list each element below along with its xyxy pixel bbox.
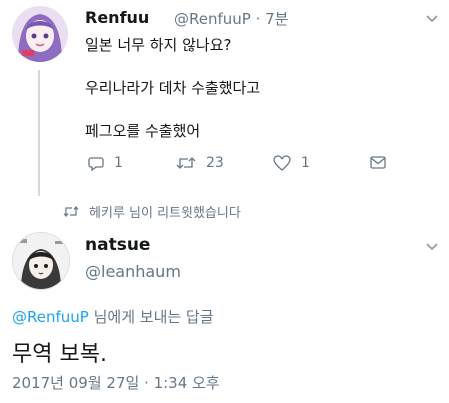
tweet-text-line-2: 우리나라가 데차 수출했다고	[85, 79, 261, 97]
author-display-name[interactable]: Renfuu	[85, 8, 149, 27]
thread-connector-line	[38, 70, 40, 196]
like-button[interactable]: 1	[273, 155, 310, 171]
avatar-renfuu[interactable]	[12, 6, 68, 62]
chevron-down-icon[interactable]	[426, 240, 438, 255]
reply-icon	[88, 156, 104, 171]
reply-author-display-name[interactable]: natsue	[85, 235, 150, 255]
avatar-illustration	[13, 233, 69, 289]
replying-to-line: @RenfuuP 님에게 보내는 답글	[12, 306, 214, 327]
tweet-text-line-1: 일본 너무 하지 않나요?	[85, 36, 232, 54]
reply-mention-link[interactable]: @RenfuuP	[12, 308, 89, 326]
direct-message-button[interactable]	[370, 156, 386, 169]
retweet-icon	[176, 157, 196, 169]
reply-tweet-text: 무역 보복.	[12, 342, 107, 367]
reply-button[interactable]: 1	[88, 155, 123, 171]
chevron-down-icon[interactable]	[426, 12, 438, 27]
reply-count: 1	[114, 155, 123, 171]
reply-suffix-text: 님에게 보내는 답글	[88, 308, 214, 326]
retweet-count: 23	[206, 155, 224, 171]
envelope-icon	[370, 156, 386, 169]
like-count: 1	[301, 155, 310, 171]
retweet-notice[interactable]: 헤키루 님이 리트윗했습니다	[63, 202, 241, 221]
avatar-illustration	[12, 6, 68, 62]
author-handle-and-time[interactable]: @RenfuuP · 7분	[174, 8, 288, 29]
heart-icon	[273, 155, 291, 171]
reply-author-handle[interactable]: @leanhaum	[85, 262, 181, 281]
avatar-natsue[interactable]	[12, 232, 70, 290]
retweet-small-icon	[63, 206, 79, 217]
tweet-text-line-3: 페그오를 수출했어	[85, 122, 201, 140]
tweet-timestamp[interactable]: 2017년 09월 27일 · 1:34 오후	[12, 372, 220, 393]
retweet-button[interactable]: 23	[176, 155, 224, 171]
retweet-notice-text: 헤키루 님이 리트윗했습니다	[89, 206, 241, 221]
